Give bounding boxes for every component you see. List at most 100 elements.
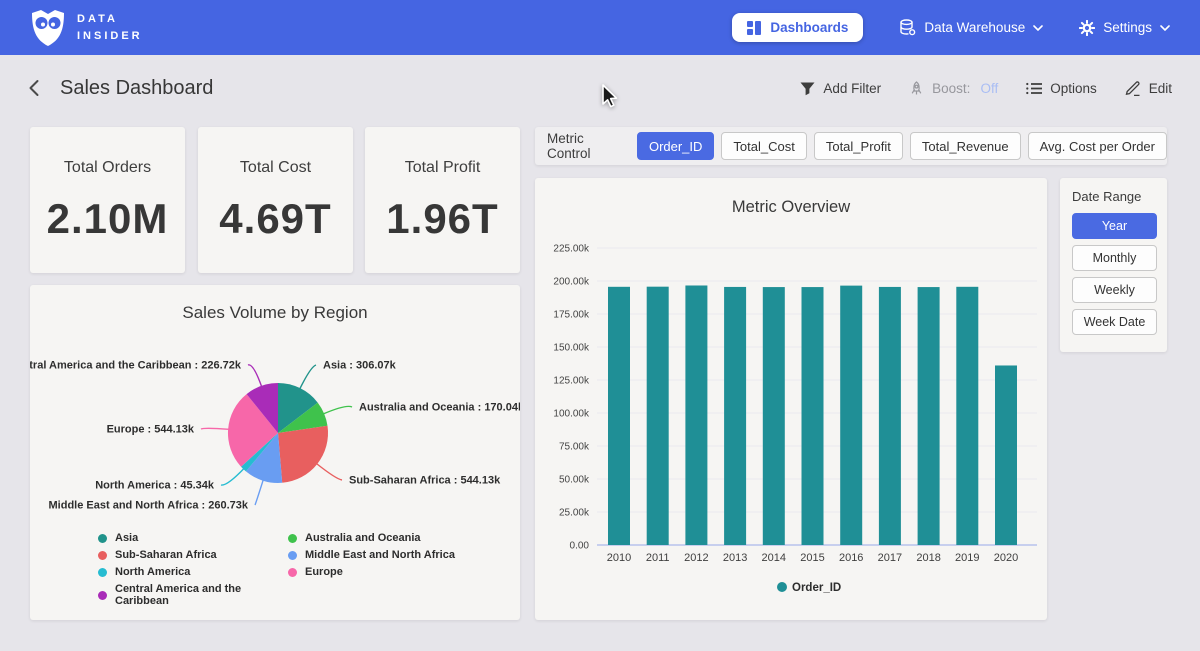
boost-label: Boost: xyxy=(932,81,970,96)
bar-2015[interactable] xyxy=(802,287,824,545)
bar-2018[interactable] xyxy=(918,287,940,545)
boost-state: Off xyxy=(980,81,998,96)
bar-2014[interactable] xyxy=(763,287,785,545)
nav-dashboards-label: Dashboards xyxy=(770,20,848,35)
y-tick-label: 200.00k xyxy=(553,277,590,288)
bar-2011[interactable] xyxy=(647,287,669,545)
legend-dot xyxy=(98,568,107,577)
pie-callout-line xyxy=(316,464,342,481)
x-tick-label: 2016 xyxy=(839,552,863,564)
pie-callout-label: Australia and Oceania : 170.04k xyxy=(359,402,520,414)
x-tick-label: 2014 xyxy=(762,552,786,564)
y-tick-label: 225.00k xyxy=(553,244,590,255)
legend-item-australia-and-oceania[interactable]: Australia and Oceania xyxy=(288,532,455,544)
legend-item-middle-east-and-north-africa[interactable]: Middle East and North Africa xyxy=(288,549,455,561)
date-range-button-year[interactable]: Year xyxy=(1072,213,1157,239)
bar-legend-label[interactable]: Order_ID xyxy=(792,582,841,594)
dashboards-icon xyxy=(747,21,761,35)
metric-button-order-id[interactable]: Order_ID xyxy=(637,132,714,160)
legend-label: Asia xyxy=(115,532,138,544)
metric-button-total-profit[interactable]: Total_Profit xyxy=(814,132,903,160)
metric-button-total-cost[interactable]: Total_Cost xyxy=(721,132,806,160)
header-actions: Add Filter Boost: Off Options Edit xyxy=(800,80,1172,96)
pie-callout-label: Middle East and North Africa : 260.73k xyxy=(49,500,249,512)
nav-data-warehouse-label: Data Warehouse xyxy=(924,20,1025,35)
kpi-label: Total Cost xyxy=(198,159,353,177)
date-range-button-week-date[interactable]: Week Date xyxy=(1072,309,1157,335)
x-tick-label: 2012 xyxy=(684,552,708,564)
nav-settings[interactable]: Settings xyxy=(1079,20,1170,36)
legend-item-sub-saharan-africa[interactable]: Sub-Saharan Africa xyxy=(98,549,288,561)
legend-label: Central America and the Caribbean xyxy=(115,583,288,607)
kpi-value: 1.96T xyxy=(365,195,520,243)
metric-overview-card: Metric Overview 0.0025.00k50.00k75.00k10… xyxy=(535,178,1047,620)
metric-button-avg-cost-per-order[interactable]: Avg. Cost per Order xyxy=(1028,132,1167,160)
gear-icon xyxy=(1079,20,1095,36)
pie-callout-label: North America : 45.34k xyxy=(95,480,215,492)
legend-dot xyxy=(288,534,297,543)
kpi-label: Total Orders xyxy=(30,159,185,177)
legend-label: Australia and Oceania xyxy=(305,532,421,544)
pencil-icon xyxy=(1125,80,1141,96)
bar-2020[interactable] xyxy=(995,365,1017,545)
add-filter-label: Add Filter xyxy=(823,81,881,96)
x-tick-label: 2018 xyxy=(916,552,940,564)
legend-item-europe[interactable]: Europe xyxy=(288,566,455,578)
back-chevron-icon xyxy=(28,79,40,97)
bar-legend-dot xyxy=(777,582,787,592)
legend-item-asia[interactable]: Asia xyxy=(98,532,288,544)
brand-line1: DATA xyxy=(77,11,143,28)
legend-item-central-america-and-the-caribbean[interactable]: Central America and the Caribbean xyxy=(98,583,288,607)
bar-2012[interactable] xyxy=(685,285,707,545)
bar-chart-svg: 0.0025.00k50.00k75.00k100.00k125.00k150.… xyxy=(535,178,1047,620)
date-range-label: Date Range xyxy=(1072,189,1155,204)
kpi-card-total-cost: Total Cost 4.69T xyxy=(198,127,353,273)
x-tick-label: 2017 xyxy=(878,552,902,564)
bar-2010[interactable] xyxy=(608,287,630,545)
kpi-value: 4.69T xyxy=(198,195,353,243)
pie-callout-line xyxy=(248,365,262,387)
pie-slice-sub-saharan-africa[interactable] xyxy=(278,426,328,483)
bar-2017[interactable] xyxy=(879,287,901,545)
bar-2019[interactable] xyxy=(956,287,978,545)
x-tick-label: 2011 xyxy=(646,552,670,564)
kpi-value: 2.10M xyxy=(30,195,185,243)
pie-chart-title: Sales Volume by Region xyxy=(30,303,520,323)
bar-2016[interactable] xyxy=(840,286,862,545)
x-tick-label: 2020 xyxy=(994,552,1018,564)
edit-button[interactable]: Edit xyxy=(1125,80,1172,96)
boost-toggle[interactable]: Boost: Off xyxy=(909,81,998,96)
chevron-down-icon xyxy=(1160,25,1170,31)
options-button[interactable]: Options xyxy=(1026,81,1097,96)
nav-right: Dashboards Data Warehouse Settings xyxy=(732,13,1170,42)
pie-callout-label: Europe : 544.13k xyxy=(107,424,195,436)
bar-2013[interactable] xyxy=(724,287,746,545)
y-tick-label: 100.00k xyxy=(553,409,590,420)
back-button[interactable] xyxy=(28,79,40,97)
date-range-button-monthly[interactable]: Monthly xyxy=(1072,245,1157,271)
kpi-card-total-orders: Total Orders 2.10M xyxy=(30,127,185,273)
add-filter-button[interactable]: Add Filter xyxy=(800,81,881,96)
options-label: Options xyxy=(1050,81,1097,96)
legend-item-north-america[interactable]: North America xyxy=(98,566,288,578)
top-navbar: DATA INSIDER Dashboards Data Warehouse xyxy=(0,0,1200,55)
legend-dot xyxy=(98,534,107,543)
pie-callout-line xyxy=(221,468,244,485)
filter-icon xyxy=(800,81,815,96)
sales-volume-card: Sales Volume by Region Asia : 306.07k Aus… xyxy=(30,285,520,620)
date-range-button-weekly[interactable]: Weekly xyxy=(1072,277,1157,303)
x-tick-label: 2013 xyxy=(723,552,747,564)
pie-legend: Asia Sub-Saharan Africa North America Centr… xyxy=(98,532,455,607)
brand: DATA INSIDER xyxy=(30,8,143,48)
x-tick-label: 2010 xyxy=(607,552,631,564)
rocket-icon xyxy=(909,81,924,96)
metric-button-total-revenue[interactable]: Total_Revenue xyxy=(910,132,1021,160)
pie-callout-line xyxy=(300,365,316,389)
chevron-down-icon xyxy=(1033,25,1043,31)
kpi-label: Total Profit xyxy=(365,159,520,177)
pie-callout-line xyxy=(201,428,229,429)
pie-callout-label: Asia : 306.07k xyxy=(323,360,397,372)
nav-data-warehouse[interactable]: Data Warehouse xyxy=(899,19,1043,36)
date-range-buttons: Year Monthly Weekly Week Date xyxy=(1072,213,1155,335)
nav-dashboards-button[interactable]: Dashboards xyxy=(732,13,863,42)
